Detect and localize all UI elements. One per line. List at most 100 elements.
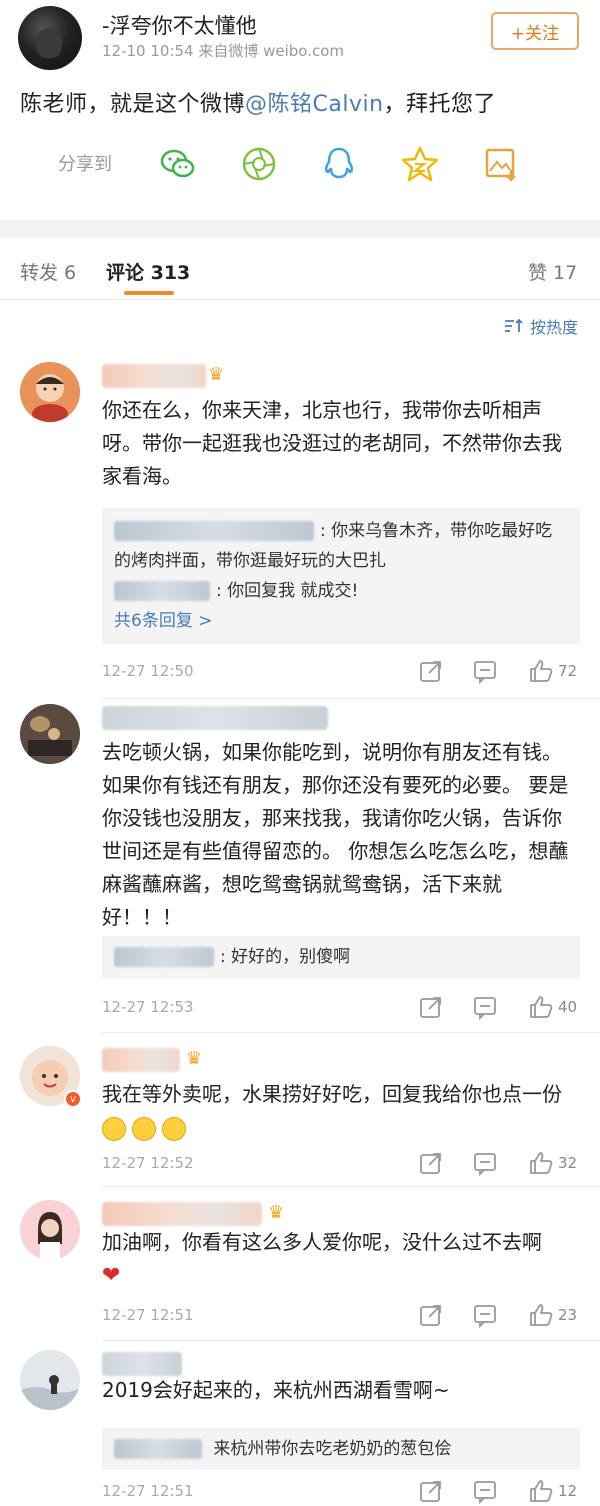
commenter-name[interactable] bbox=[102, 1202, 262, 1226]
post-text-before: 陈老师，就是这个微博 bbox=[20, 92, 246, 117]
reply-item: : 你来乌鲁木齐，带你吃最好吃的烤肉拌面，带你逛最好玩的大巴扎 bbox=[114, 516, 568, 576]
tab-comments[interactable]: 评论 313 bbox=[106, 258, 190, 285]
tab-bar: 转发 6 评论 313 赞 17 bbox=[0, 238, 600, 300]
commenter-name[interactable] bbox=[102, 706, 328, 730]
sort-label: 按热度 bbox=[529, 318, 578, 337]
replies-box[interactable]: 来杭州带你去吃老奶奶的葱包侩 bbox=[102, 1428, 580, 1470]
reply-item: 来杭州带你去吃老奶奶的葱包侩 bbox=[114, 1434, 568, 1464]
vip-crown-icon: ♛ bbox=[186, 1048, 203, 1069]
avatar-girl-icon bbox=[20, 1200, 80, 1260]
share-icon[interactable] bbox=[418, 1478, 444, 1504]
comment-item: ♛ 加油啊，你看有这么多人爱你呢，没什么过不去啊 ❤ 12-27 12:51 2… bbox=[0, 1200, 600, 1341]
more-replies-link[interactable]: 共6条回复 > bbox=[114, 606, 568, 636]
commenter-avatar[interactable] bbox=[20, 1350, 80, 1410]
comment-text-content: 我在等外卖呢，水果捞好好吃，回复我给你也点一份 bbox=[102, 1082, 562, 1106]
avatar-cartoon-icon bbox=[20, 362, 80, 422]
comment-icon[interactable] bbox=[472, 994, 498, 1020]
reply-text: 来杭州带你去吃老奶奶的葱包侩 bbox=[208, 1439, 452, 1459]
comment-time: 12-27 12:51 bbox=[102, 1306, 194, 1324]
comment-divider bbox=[102, 1032, 600, 1033]
comment-text-content: 加油啊，你看有这么多人爱你呢，没什么过不去啊 bbox=[102, 1230, 542, 1254]
comment-divider bbox=[102, 1340, 600, 1341]
like-count: 32 bbox=[558, 1154, 578, 1172]
comment-footer: 12-27 12:51 12 bbox=[102, 1478, 580, 1506]
comment-text: 去吃顿火锅，如果你能吃到，说明你有朋友还有钱。如果你有钱还有朋友，那你还没有要死… bbox=[102, 740, 569, 929]
comment-footer: 12-27 12:50 72 bbox=[102, 658, 580, 688]
share-icon[interactable] bbox=[418, 658, 444, 684]
tab-likes[interactable]: 赞 17 bbox=[528, 258, 577, 285]
comment-footer: 12-27 12:51 23 bbox=[102, 1302, 580, 1332]
commenter-avatar[interactable] bbox=[20, 362, 80, 422]
save-image-icon[interactable] bbox=[481, 144, 521, 184]
share-label: 分享到 bbox=[58, 154, 112, 175]
comment-footer: 12-27 12:53 40 bbox=[102, 994, 580, 1024]
moments-icon[interactable] bbox=[239, 144, 279, 184]
vip-crown-icon: ♛ bbox=[268, 1202, 285, 1223]
comment-text: 你还在么，你来天津，北京也行，我带你去听相声呀。带你一起逛我也没逛过的老胡同，不… bbox=[102, 398, 562, 488]
reply-text: : 好好的，别傻啊 bbox=[220, 947, 351, 967]
commenter-name[interactable] bbox=[102, 364, 206, 388]
vip-crown-icon: ♛ bbox=[208, 364, 225, 385]
comment-divider bbox=[102, 698, 600, 699]
post-text-after: ，拜托您了 bbox=[383, 92, 497, 117]
commenter-name[interactable] bbox=[102, 1048, 180, 1072]
replies-box[interactable]: : 你来乌鲁木齐，带你吃最好吃的烤肉拌面，带你逛最好玩的大巴扎 : 你回复我 就… bbox=[102, 508, 580, 644]
like-icon[interactable] bbox=[528, 994, 554, 1020]
post-meta: 12-10 10:54 来自微博 weibo.com bbox=[102, 42, 345, 60]
author-avatar[interactable] bbox=[18, 6, 82, 70]
comment-text: 加油啊，你看有这么多人爱你呢，没什么过不去啊 ❤ bbox=[102, 1226, 580, 1292]
sort-row: 按热度 bbox=[0, 300, 600, 350]
like-icon[interactable] bbox=[528, 1302, 554, 1328]
smile-emoji-icon bbox=[102, 1116, 126, 1141]
share-icon[interactable] bbox=[418, 1302, 444, 1328]
reply-author[interactable] bbox=[114, 581, 210, 601]
commenter-avatar[interactable] bbox=[20, 1200, 80, 1260]
comment-time: 12-27 12:52 bbox=[102, 1154, 194, 1172]
comment-item: v ♛ 我在等外卖呢，水果捞好好吃，回复我给你也点一份 12-27 12:52 … bbox=[0, 1046, 600, 1187]
like-count: 23 bbox=[558, 1306, 578, 1324]
comment-item: 2019会好起来的，来杭州西湖看雪啊~ 来杭州带你去吃老奶奶的葱包侩 12-27… bbox=[0, 1350, 600, 1506]
comment-icon[interactable] bbox=[472, 1150, 498, 1176]
reply-text: : 你回复我 就成交! bbox=[216, 581, 359, 601]
verified-badge-icon: v bbox=[64, 1090, 82, 1108]
comment-text: 我在等外卖呢，水果捞好好吃，回复我给你也点一份 bbox=[102, 1078, 580, 1144]
active-tab-indicator bbox=[124, 291, 174, 295]
commenter-avatar[interactable] bbox=[20, 704, 80, 764]
comment-icon[interactable] bbox=[472, 1302, 498, 1328]
comment-text: 2019会好起来的，来杭州西湖看雪啊~ bbox=[102, 1378, 450, 1402]
comment-time: 12-27 12:51 bbox=[102, 1482, 194, 1500]
commenter-name[interactable] bbox=[102, 1352, 182, 1376]
like-icon[interactable] bbox=[528, 1478, 554, 1504]
tab-repost[interactable]: 转发 6 bbox=[20, 258, 76, 285]
reply-item: : 你回复我 就成交! bbox=[114, 576, 568, 606]
wechat-icon[interactable] bbox=[158, 144, 198, 184]
author-name[interactable]: -浮夸你不太懂他 bbox=[102, 10, 257, 40]
reply-author[interactable] bbox=[114, 947, 214, 967]
sort-icon bbox=[504, 318, 523, 332]
comment-icon[interactable] bbox=[472, 658, 498, 684]
sort-button[interactable]: 按热度 bbox=[504, 314, 578, 338]
reply-author[interactable] bbox=[114, 521, 314, 541]
smile-emoji-icon bbox=[162, 1116, 186, 1141]
like-icon[interactable] bbox=[528, 1150, 554, 1176]
mention-link[interactable]: @陈铭Calvin bbox=[245, 92, 384, 117]
smile-emoji-icon bbox=[132, 1116, 156, 1141]
comment-time: 12-27 12:50 bbox=[102, 662, 194, 680]
comment-time: 12-27 12:53 bbox=[102, 998, 194, 1016]
like-icon[interactable] bbox=[528, 658, 554, 684]
avatar-photo-icon bbox=[20, 704, 80, 764]
section-divider bbox=[0, 220, 600, 238]
reply-author[interactable] bbox=[114, 1439, 202, 1459]
like-count: 72 bbox=[558, 662, 578, 680]
share-icon[interactable] bbox=[418, 1150, 444, 1176]
comment-icon[interactable] bbox=[472, 1478, 498, 1504]
qq-icon[interactable] bbox=[319, 144, 359, 184]
like-count: 40 bbox=[558, 998, 578, 1016]
replies-box[interactable]: : 好好的，别傻啊 bbox=[102, 936, 580, 978]
follow-button[interactable]: +关注 bbox=[491, 12, 579, 50]
qzone-icon[interactable] bbox=[400, 144, 440, 184]
share-icon[interactable] bbox=[418, 994, 444, 1020]
weibo-post: -浮夸你不太懂他 12-10 10:54 来自微博 weibo.com +关注 … bbox=[0, 0, 600, 220]
comment-item: 去吃顿火锅，如果你能吃到，说明你有朋友还有钱。如果你有钱还有朋友，那你还没有要死… bbox=[0, 704, 600, 1034]
comment-footer: 12-27 12:52 32 bbox=[102, 1150, 580, 1180]
